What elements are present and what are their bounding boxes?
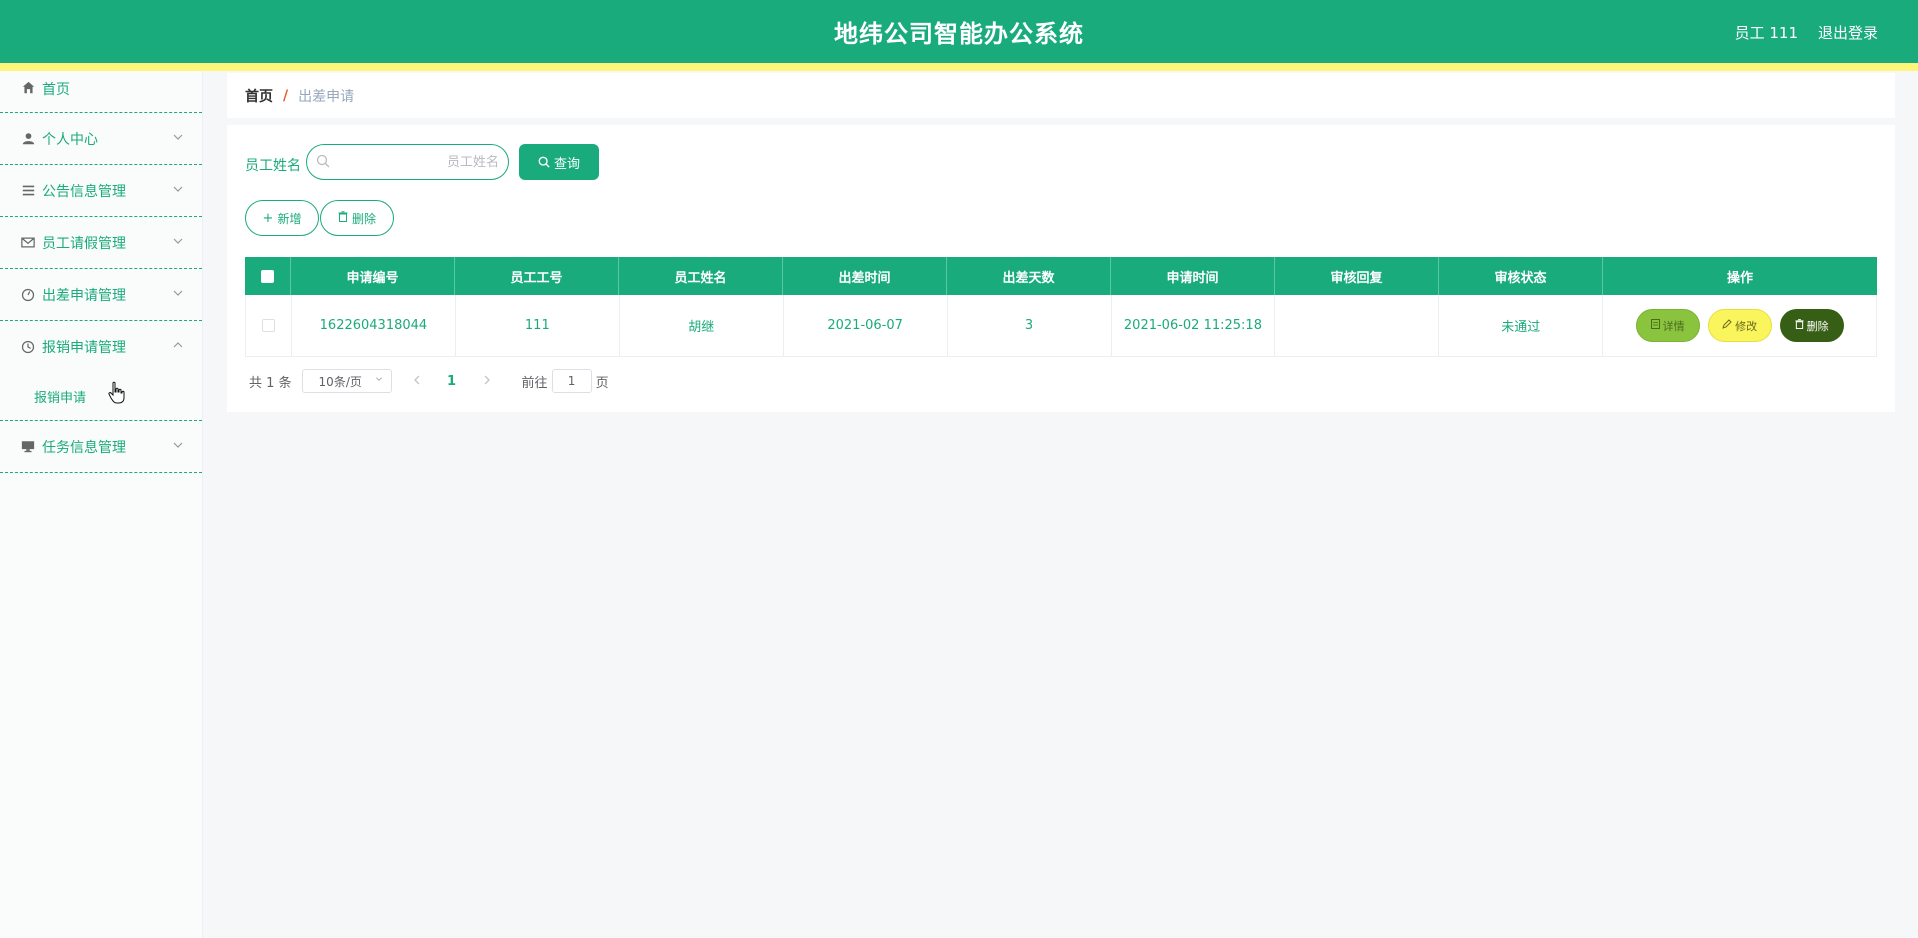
breadcrumb: 首页 / 出差申请 [227,73,1895,118]
sidebar: 首页 个人中心 公告信息管理 员工请假管理 出差申请管理 报销申请管理 报销申请… [0,71,203,938]
pencil-icon [1722,319,1732,332]
search-icon [538,156,550,168]
table-cell: 2021-06-07 [784,295,948,356]
logout-link[interactable]: 退出登录 [1818,22,1878,43]
current-user: 员工 111 [1734,24,1798,42]
chevron-down-icon [173,186,183,192]
batch-delete-label: 删除 [351,211,376,226]
page-number-current[interactable]: 1 [442,374,462,389]
query-button-label: 查询 [553,156,580,172]
search-icon [316,154,330,168]
detail-button-label: 详情 [1662,319,1685,333]
sidebar-item-label: 首页 [42,82,70,98]
gauge-icon [20,287,36,303]
document-icon [1650,319,1660,332]
clock-icon [20,339,36,355]
row-checkbox[interactable] [261,319,275,332]
detail-button[interactable]: 详情 [1635,309,1700,342]
sidebar-item-task[interactable]: 任务信息管理 [0,421,202,473]
sidebar-item-reimburse[interactable]: 报销申请管理 [0,321,202,373]
table-cell: 3 [948,295,1112,356]
table-header: 申请编号 员工工号 员工姓名 出差时间 出差天数 申请时间 审核回复 审核状态 … [245,257,1877,295]
add-button[interactable]: + 新增 [245,200,319,236]
table-cell: 111 [456,295,620,356]
trash-icon [338,210,348,226]
sidebar-item-home[interactable]: 首页 [0,71,202,113]
select-all-checkbox[interactable] [261,269,274,283]
row-select-cell [246,295,292,356]
add-button-label: 新增 [277,211,302,226]
header-select-all [245,257,291,295]
main-panel: 员工姓名 查询 + 新增 删除 申请编号 员工工号 员工姓名 出差时间 出差天数… [227,125,1895,412]
query-button[interactable]: 查询 [519,144,599,180]
list-icon [20,183,36,199]
table-cell: 1622604318044 [292,295,456,356]
next-page-button[interactable] [472,374,502,389]
column-header[interactable]: 出差天数 [947,257,1111,295]
page-size-select[interactable]: 10条/页 [301,369,392,393]
sidebar-item-label: 个人中心 [42,131,98,148]
column-header[interactable]: 员工工号 [455,257,619,295]
column-header[interactable]: 员工姓名 [619,257,783,295]
edit-button-label: 修改 [1735,319,1758,333]
chevron-down-icon [173,238,183,244]
table-cell: 未通过 [1439,295,1604,356]
submenu-item-reimburse-apply[interactable]: 报销申请 [0,373,202,421]
page-suffix: 页 [595,375,609,391]
chevron-down-icon [173,134,183,140]
app-title: 地纬公司智能办公系统 [834,20,1084,48]
user-icon [20,131,36,147]
sidebar-item-label: 员工请假管理 [42,235,126,252]
chevron-down-icon [375,375,383,386]
header-stripe [0,63,1918,71]
hand-cursor-icon [108,381,125,404]
home-icon [20,79,36,95]
sidebar-item-label: 任务信息管理 [42,439,126,456]
sidebar-item-notice[interactable]: 公告信息管理 [0,165,202,217]
sidebar-item-leave[interactable]: 员工请假管理 [0,217,202,269]
search-field[interactable] [306,144,509,180]
sidebar-item-label: 报销申请管理 [42,340,126,356]
table-cell: 2021-06-02 11:25:18 [1112,295,1276,356]
column-header[interactable]: 审核回复 [1275,257,1439,295]
goto-page-input[interactable] [551,369,592,393]
breadcrumb-home[interactable]: 首页 [245,86,273,106]
prev-page-button[interactable] [402,374,432,389]
row-actions: 详情 修改 删除 [1603,295,1878,356]
mail-icon [20,235,36,251]
edit-button[interactable]: 修改 [1707,309,1772,342]
search-input[interactable] [337,151,499,173]
page-size-value: 10条/页 [318,374,362,389]
plus-icon: + [262,210,274,226]
sidebar-item-label: 出差申请管理 [42,287,126,304]
table-cell [1275,295,1440,356]
trash-icon [1795,319,1804,332]
goto-label: 前往 [521,375,548,391]
search-label: 员工姓名 [245,158,301,174]
top-header: 地纬公司智能办公系统 员工 111 退出登录 [0,0,1918,71]
chevron-up-icon [173,342,183,348]
breadcrumb-current: 出差申请 [298,88,355,105]
monitor-icon [20,439,36,455]
delete-button[interactable]: 删除 [1779,309,1844,342]
sidebar-item-trip[interactable]: 出差申请管理 [0,269,202,321]
batch-delete-button[interactable]: 删除 [320,200,394,236]
sidebar-item-profile[interactable]: 个人中心 [0,113,202,165]
pagination-total: 共 1 条 [249,375,292,391]
pagination: 共 1 条 10条/页 1 前往 页 [249,369,609,393]
chevron-down-icon [173,290,183,296]
sidebar-item-label: 公告信息管理 [42,183,126,200]
column-header: 操作 [1726,270,1753,286]
table-cell: 胡继 [620,295,784,356]
chevron-down-icon [173,442,183,448]
delete-button-label: 删除 [1806,319,1829,333]
column-header[interactable]: 出差时间 [783,257,947,295]
column-header[interactable]: 申请编号 [291,257,455,295]
column-header[interactable]: 申请时间 [1111,257,1275,295]
data-table: 申请编号 员工工号 员工姓名 出差时间 出差天数 申请时间 审核回复 审核状态 … [245,257,1878,357]
breadcrumb-separator: / [283,87,289,104]
table-row: 1622604318044 111 胡继 2021-06-07 3 2021-0… [245,295,1878,357]
column-header[interactable]: 审核状态 [1439,257,1603,295]
